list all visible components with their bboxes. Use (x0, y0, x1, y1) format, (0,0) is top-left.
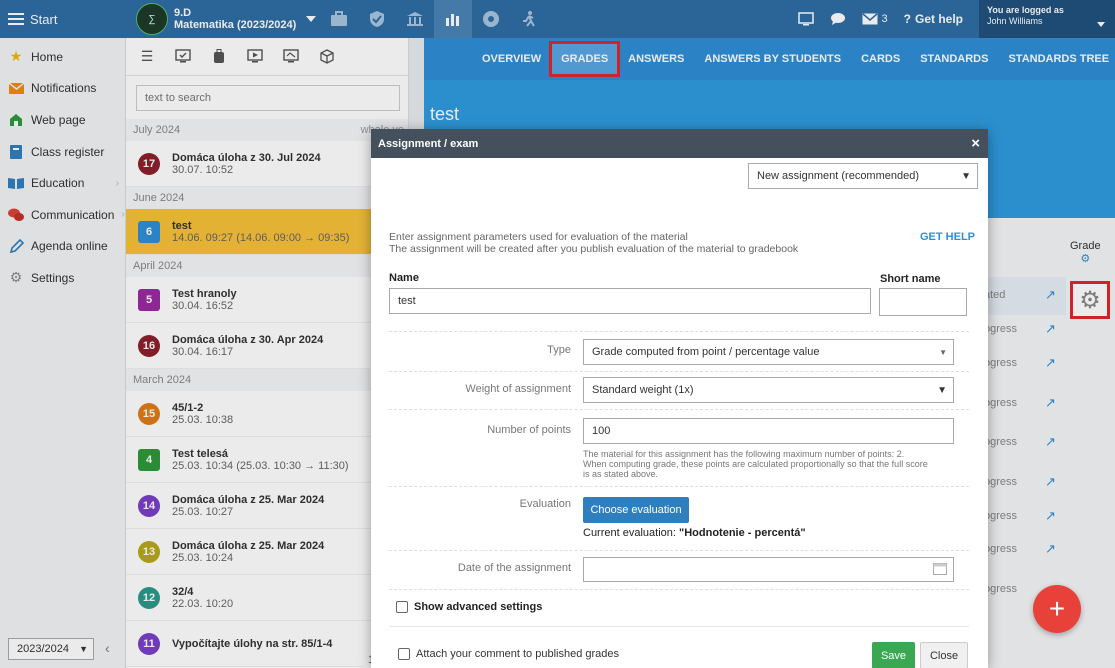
points-note: The material for this assignment has the… (583, 449, 963, 479)
chevron-down-icon: ▼ (961, 170, 971, 182)
name-label: Name (389, 272, 419, 284)
choose-evaluation-button[interactable]: Choose evaluation (583, 497, 689, 523)
divider (389, 331, 969, 332)
current-evaluation-value: "Hodnotenie - percentá" (679, 527, 806, 539)
divider (389, 626, 969, 627)
add-button[interactable]: + (1033, 585, 1081, 633)
points-note-line: is as stated above. (583, 469, 659, 479)
dialog-header: Assignment / exam × (371, 129, 988, 158)
chevron-down-icon: ▼ (939, 347, 947, 357)
weight-label: Weight of assignment (465, 383, 571, 395)
date-label: Date of the assignment (457, 562, 571, 574)
type-select[interactable]: Grade computed from point / percentage v… (583, 339, 954, 365)
close-button[interactable]: Close (920, 642, 968, 668)
weight-select[interactable]: Standard weight (1x) ▼ (583, 377, 954, 403)
points-input[interactable]: 100 (583, 418, 954, 444)
evaluation-label: Evaluation (519, 498, 571, 510)
divider (389, 409, 969, 410)
type-label: Type (547, 344, 571, 356)
intro-line: The assignment will be created after you… (389, 243, 799, 255)
name-value: test (398, 295, 416, 307)
assignment-dialog: Assignment / exam × New assignment (reco… (371, 129, 988, 668)
points-label: Number of points (487, 424, 571, 436)
type-value: Grade computed from point / percentage v… (592, 346, 820, 358)
short-name-input[interactable] (879, 288, 967, 316)
current-evaluation-label: Current evaluation: (583, 527, 676, 539)
divider (389, 486, 969, 487)
attach-comment-toggle[interactable]: Attach your comment to published grades (398, 648, 619, 660)
points-note-line: When computing grade, these points are c… (583, 459, 928, 469)
short-name-label: Short name (880, 273, 941, 285)
current-evaluation: Current evaluation: "Hodnotenie - percen… (583, 527, 806, 539)
weight-value: Standard weight (1x) (592, 384, 694, 396)
points-note-line: The material for this assignment has the… (583, 449, 905, 459)
divider (389, 589, 969, 590)
dialog-intro: Enter assignment parameters used for eva… (389, 231, 869, 255)
intro-line: Enter assignment parameters used for eva… (389, 231, 688, 243)
calendar-icon[interactable] (933, 562, 947, 578)
save-button[interactable]: Save (872, 642, 915, 668)
assignment-mode-value: New assignment (recommended) (757, 170, 920, 182)
attach-comment-label: Attach your comment to published grades (416, 648, 620, 660)
divider (389, 550, 969, 551)
advanced-settings-toggle[interactable]: Show advanced settings (396, 601, 542, 613)
plus-icon: + (1048, 593, 1066, 624)
attach-comment-checkbox[interactable] (398, 648, 410, 660)
close-icon[interactable]: × (971, 135, 980, 152)
date-input[interactable] (583, 557, 954, 582)
divider (389, 371, 969, 372)
name-input[interactable]: test (389, 288, 871, 314)
dialog-title: Assignment / exam (378, 137, 479, 150)
advanced-settings-label: Show advanced settings (414, 601, 543, 613)
chevron-down-icon: ▼ (937, 384, 947, 396)
assignment-mode-select[interactable]: New assignment (recommended) ▼ (748, 163, 978, 189)
advanced-settings-checkbox[interactable] (396, 601, 408, 613)
get-help-link[interactable]: GET HELP (920, 231, 975, 243)
points-value: 100 (592, 425, 611, 437)
